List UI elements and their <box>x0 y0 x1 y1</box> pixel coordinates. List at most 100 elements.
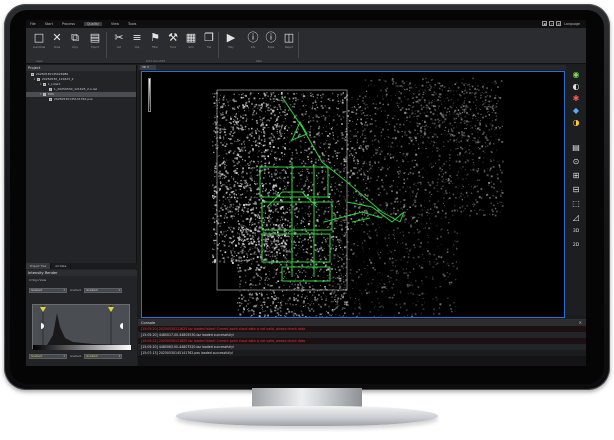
gradient-select-left[interactable]: Gradient <box>29 287 67 293</box>
point <box>345 128 348 130</box>
tree-checkbox[interactable] <box>31 72 35 77</box>
point <box>229 132 231 135</box>
point <box>418 239 420 241</box>
point <box>249 248 251 251</box>
settings-icon[interactable]: ⚙ <box>556 21 562 26</box>
point <box>304 205 306 207</box>
tools-button[interactable]: ⚒ Tools <box>164 31 182 57</box>
close-data-button[interactable]: ✕ Close <box>48 31 66 57</box>
point <box>335 308 336 309</box>
rgb-render-icon[interactable]: ✱ <box>571 94 581 104</box>
tab-project-tree[interactable]: Project Tree <box>26 263 52 269</box>
point <box>341 101 344 104</box>
point <box>214 105 215 107</box>
point <box>368 235 370 238</box>
point <box>379 204 382 206</box>
point <box>232 256 234 258</box>
view-2d-text-icon[interactable]: 2D <box>571 241 581 251</box>
point <box>400 92 402 95</box>
point <box>449 122 452 125</box>
point <box>459 112 462 115</box>
point <box>262 185 264 187</box>
help-icon[interactable]: ? <box>549 21 555 26</box>
fit-view-icon[interactable]: ⬚ <box>571 199 581 209</box>
point <box>472 114 474 117</box>
intensity-histogram[interactable] <box>32 304 131 350</box>
point <box>447 140 450 143</box>
menu-process[interactable]: Process <box>62 22 75 26</box>
tile-button[interactable]: ❐ Tile <box>200 31 218 57</box>
class-render-icon[interactable]: ◑ <box>571 118 581 128</box>
load-data-button[interactable]: □ Load Data <box>30 31 48 57</box>
zoom-out-icon[interactable]: ⊟ <box>571 185 581 195</box>
tab-3d-view[interactable]: 3D ✕ <box>140 65 156 70</box>
point-cloud-viewport[interactable] <box>141 71 565 318</box>
view-3d-text-icon[interactable]: 3D <box>571 227 581 237</box>
ruler-icon[interactable]: ◿ <box>571 213 581 223</box>
close-console-icon[interactable]: ✕ <box>579 320 582 326</box>
point <box>436 299 438 301</box>
tree-checkbox[interactable] <box>43 82 47 87</box>
report-button[interactable]: ◫ Report <box>280 31 298 57</box>
zoom-in-icon[interactable]: ⊞ <box>571 171 581 181</box>
menu-start[interactable]: Start <box>45 22 53 26</box>
point <box>479 125 481 127</box>
tab-all-data[interactable]: All Data <box>51 263 72 269</box>
tree-checkbox[interactable] <box>37 77 41 82</box>
layers-icon[interactable]: ▤ <box>571 143 581 153</box>
info-button[interactable]: ⓘ Info <box>244 31 262 57</box>
low-value-select[interactable]: Gradient <box>29 353 67 359</box>
point <box>250 253 252 256</box>
play-button[interactable]: ▶ Play <box>222 31 240 57</box>
point <box>423 228 424 229</box>
language-menu[interactable]: Language <box>564 22 580 26</box>
point <box>413 115 415 117</box>
point <box>433 187 436 189</box>
filter-button[interactable]: ⚑ Filter <box>146 31 164 57</box>
menu-view[interactable]: View <box>111 22 119 26</box>
point <box>335 301 337 302</box>
tree-checkbox[interactable] <box>49 97 53 102</box>
point <box>436 185 438 186</box>
point <box>449 283 451 285</box>
gradient-select-right[interactable]: Gradient <box>84 287 123 293</box>
window-icon[interactable]: ▣ <box>542 21 548 26</box>
properties-button[interactable]: ⓘ Props <box>262 31 280 57</box>
export-button[interactable]: ▤ Export <box>86 31 104 57</box>
point <box>293 299 296 301</box>
menu-tools[interactable]: Tools <box>128 22 136 26</box>
grid-button[interactable]: ▦ Grid <box>182 31 200 57</box>
sign-view-checkbox[interactable]: ☑ Sign View <box>29 278 137 282</box>
copy-button[interactable]: ⧉ Copy <box>66 31 84 57</box>
view-3d-icon[interactable]: ◉ <box>571 70 581 80</box>
cut-button[interactable]: ✂ Cut <box>110 31 128 57</box>
point <box>341 137 344 139</box>
tree-item[interactable]: 20250530145141762.pos <box>26 97 136 102</box>
point <box>304 182 306 184</box>
point <box>243 239 246 241</box>
high-value-select[interactable]: Gradient <box>84 353 123 359</box>
elevation-render-icon[interactable]: ◆ <box>571 106 581 116</box>
point <box>285 186 287 188</box>
point <box>256 255 258 257</box>
tree-checkbox[interactable] <box>49 87 53 92</box>
point <box>256 165 258 167</box>
point <box>432 112 435 115</box>
menu-quality[interactable]: Quality <box>83 22 102 26</box>
point <box>440 218 442 219</box>
target-icon[interactable]: ⊙ <box>571 157 581 167</box>
point <box>472 203 474 205</box>
tree-checkbox[interactable] <box>43 92 47 97</box>
contour-icon[interactable]: ◐ <box>571 82 581 92</box>
point <box>492 82 494 84</box>
point <box>212 254 214 256</box>
point <box>494 214 497 217</box>
point <box>431 104 433 106</box>
menu-file[interactable]: File <box>30 22 36 26</box>
point <box>424 89 426 91</box>
point <box>292 206 294 208</box>
point <box>483 214 485 216</box>
clip-button[interactable]: ≡ Clip <box>128 31 146 57</box>
point <box>463 83 465 86</box>
point <box>438 107 439 109</box>
